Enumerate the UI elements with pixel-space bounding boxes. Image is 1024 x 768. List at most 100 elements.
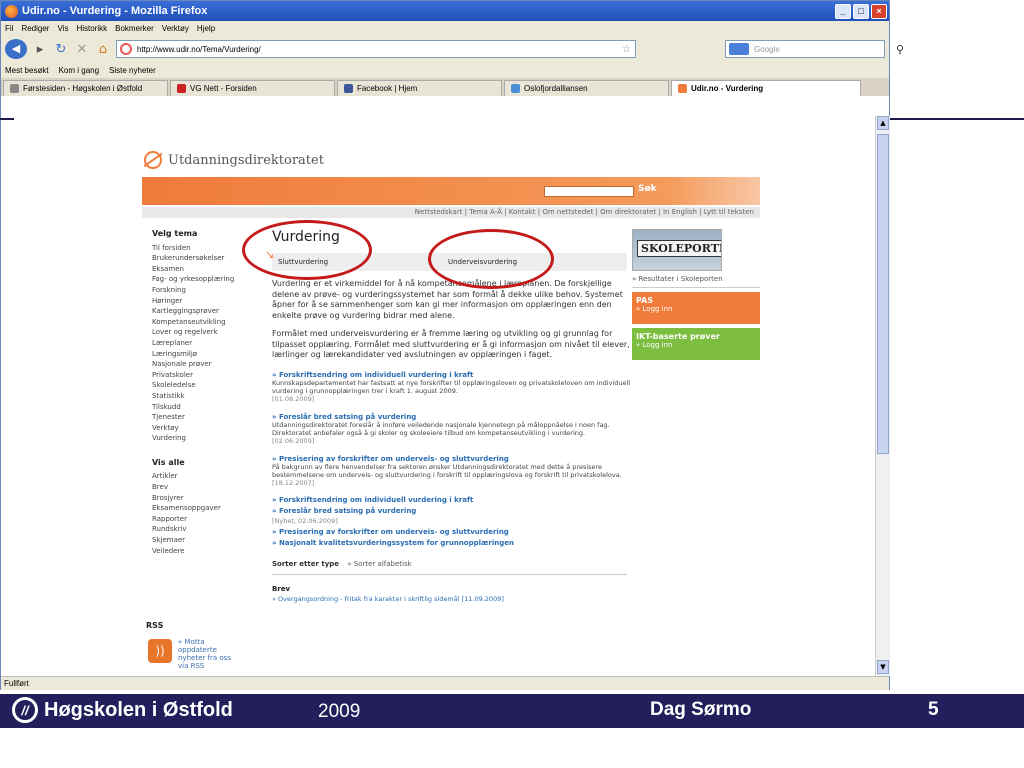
vertical-scrollbar[interactable]: ▲ ▼	[875, 116, 890, 676]
firefox-icon	[5, 4, 18, 18]
browser-tab-0[interactable]: Førstesiden - Høgskolen i Østfold	[3, 80, 168, 96]
sidebar-item[interactable]: Lover og regelverk	[152, 327, 262, 338]
news-link-meta: [Nyhet, 02.06.2009]	[272, 516, 338, 525]
sidebar-item[interactable]: Brev	[152, 482, 262, 493]
sidebar-item[interactable]: Rapporter	[152, 514, 262, 525]
browser-tab-1[interactable]: VG Nett - Forsiden	[170, 80, 335, 96]
skoleporten-link[interactable]: » Resultater i Skoleporten	[632, 275, 760, 288]
browser-tab-2[interactable]: Facebook | Hjem	[337, 80, 502, 96]
bookmark-star-icon[interactable]: ☆	[622, 44, 631, 55]
site-search-button[interactable]: Søk	[638, 184, 657, 194]
minimize-button[interactable]: _	[835, 3, 851, 19]
menu-item-2[interactable]: Vis	[57, 24, 68, 33]
sort-by-type[interactable]: Sorter etter type	[272, 560, 339, 568]
annotation-circle-title	[242, 220, 372, 280]
rss-link[interactable]: » Motta oppdaterte nyheter fra oss via R…	[178, 638, 238, 670]
menu-item-5[interactable]: Verktøy	[162, 24, 189, 33]
sidebar-item[interactable]: Eksamen	[152, 264, 262, 275]
sidebar-item[interactable]: Statistikk	[152, 391, 262, 402]
menu-item-3[interactable]: Historikk	[76, 24, 107, 33]
sidebar-item[interactable]: Artikler	[152, 471, 262, 482]
sidebar-item[interactable]: Forskning	[152, 285, 262, 296]
news-text: Utdanningsdirektoratet foreslår å innfør…	[272, 420, 610, 437]
left-sidebar: Velg tema Til forsiden Brukerundersøkelse…	[152, 229, 262, 556]
sidebar-item[interactable]: Privatskoler	[152, 370, 262, 381]
tab-favicon-icon	[10, 84, 19, 93]
news-item: » Foreslår bred satsing på vurdering Utda…	[272, 413, 632, 445]
menu-item-1[interactable]: Rediger	[21, 24, 49, 33]
tab-bar: Førstesiden - Høgskolen i Østfold VG Nett…	[1, 78, 889, 96]
brev-heading: Brev	[272, 584, 291, 593]
slide-divider-left	[0, 118, 14, 120]
menu-item-4[interactable]: Bokmerker	[115, 24, 154, 33]
sidebar-item[interactable]: Høringer	[152, 296, 262, 307]
sidebar-item[interactable]: Tilskudd	[152, 402, 262, 413]
sidebar-item[interactable]: Vurdering	[152, 433, 262, 444]
ikt-login-link[interactable]: » Logg inn	[636, 341, 673, 349]
menu-item-6[interactable]: Hjelp	[197, 24, 215, 33]
forward-icon[interactable]: ▸	[32, 42, 48, 57]
skoleporten-sign: SKOLEPORTEN	[637, 240, 721, 257]
google-icon	[729, 43, 749, 55]
search-input[interactable]: Google ⚲	[725, 40, 904, 58]
sidebar-item[interactable]: Skoleledelse	[152, 380, 262, 391]
close-button[interactable]: ×	[871, 3, 887, 19]
skoleporten-image[interactable]: SKOLEPORTEN	[632, 229, 722, 271]
menu-item-0[interactable]: Fil	[5, 24, 13, 33]
sidebar-item[interactable]: Verktøy	[152, 423, 262, 434]
intro-paragraph-1: Vurdering er et virkemiddel for å nå kom…	[272, 279, 623, 320]
slide-divider	[890, 118, 1024, 120]
bookmarks-toolbar: Mest besøkt Kom i gang Siste nyheter	[1, 62, 889, 78]
sidebar-item[interactable]: Eksamensoppgaver	[152, 503, 262, 514]
status-bar: Fullført	[1, 676, 889, 690]
home-icon[interactable]: ⌂	[95, 42, 111, 57]
sidebar-item[interactable]: Tjenester	[152, 412, 262, 423]
sidebar-item[interactable]: Kartleggingsprøver	[152, 306, 262, 317]
stop-icon[interactable]: ✕	[74, 42, 90, 57]
slide-footer: // Høgskolen i Østfold 2009 Dag Sørmo 5	[0, 694, 1024, 728]
footer-year: 2009	[318, 701, 361, 722]
news-date: [02.06.2009]	[272, 436, 315, 445]
sort-alphabetic-link[interactable]: » Sorter alfabetisk	[347, 560, 411, 568]
pas-login-link[interactable]: » Logg inn	[636, 305, 673, 313]
top-navigation[interactable]: Nettstedskart | Tema A-Å | Kontakt | Om …	[142, 207, 760, 218]
sidebar-item[interactable]: Læreplaner	[152, 338, 262, 349]
bookmark-item-2[interactable]: Siste nyheter	[109, 66, 156, 75]
scroll-up-icon[interactable]: ▲	[877, 116, 889, 130]
news-link[interactable]: » Forskriftsendring om individuell vurde…	[272, 495, 632, 505]
magnifier-icon[interactable]: ⚲	[896, 43, 904, 56]
footer-org: Høgskolen i Østfold	[44, 698, 233, 721]
url-bar[interactable]: http://www.udir.no/Tema/Vurdering/ ☆	[116, 40, 636, 58]
sidebar-item[interactable]: Brosjyrer	[152, 493, 262, 504]
sidebar-item[interactable]: Læringsmiljø	[152, 349, 262, 360]
bookmark-item-0[interactable]: Mest besøkt	[5, 66, 49, 75]
sidebar-item[interactable]: Kompetanseutvikling	[152, 317, 262, 328]
sidebar-item[interactable]: Veiledere	[152, 546, 262, 557]
reload-icon[interactable]: ↻	[53, 42, 69, 57]
news-title-link[interactable]: » Presisering av forskrifter om undervei…	[272, 455, 632, 463]
sidebar-item[interactable]: Fag- og yrkesopplæring	[152, 274, 262, 285]
news-link[interactable]: » Foreslår bred satsing på vurdering	[272, 506, 632, 516]
udir-logo-icon	[144, 151, 162, 169]
udir-logo[interactable]: Utdanningsdirektoratet	[144, 151, 324, 169]
back-icon[interactable]: ◀	[5, 39, 27, 59]
brev-link[interactable]: » Overgangsordning - fritak fra karakter…	[272, 595, 632, 603]
ikt-box: IKT-baserte prøver » Logg inn	[632, 328, 760, 360]
maximize-button[interactable]: □	[853, 3, 869, 19]
news-title-link[interactable]: » Forskriftsendring om individuell vurde…	[272, 371, 632, 379]
sidebar-item[interactable]: Skjemaer	[152, 535, 262, 546]
site-search-input[interactable]	[544, 186, 634, 197]
news-date: [18.12.2007]	[272, 478, 315, 487]
bookmark-item-1[interactable]: Kom i gang	[59, 66, 99, 75]
scroll-thumb[interactable]	[877, 134, 889, 454]
sidebar-item[interactable]: Rundskriv	[152, 524, 262, 535]
news-title-link[interactable]: » Foreslår bred satsing på vurdering	[272, 413, 632, 421]
rss-icon[interactable]: ))	[148, 639, 172, 663]
tab-label: Udir.no - Vurdering	[691, 84, 764, 93]
browser-tab-4[interactable]: Udir.no - Vurdering	[671, 80, 861, 96]
sidebar-item[interactable]: Nasjonale prøver	[152, 359, 262, 370]
news-link[interactable]: » Nasjonalt kvalitetsvurderingssystem fo…	[272, 538, 632, 548]
news-link[interactable]: » Presisering av forskrifter om undervei…	[272, 527, 632, 537]
browser-tab-3[interactable]: Oslofjordalliansen	[504, 80, 669, 96]
scroll-down-icon[interactable]: ▼	[877, 660, 889, 674]
